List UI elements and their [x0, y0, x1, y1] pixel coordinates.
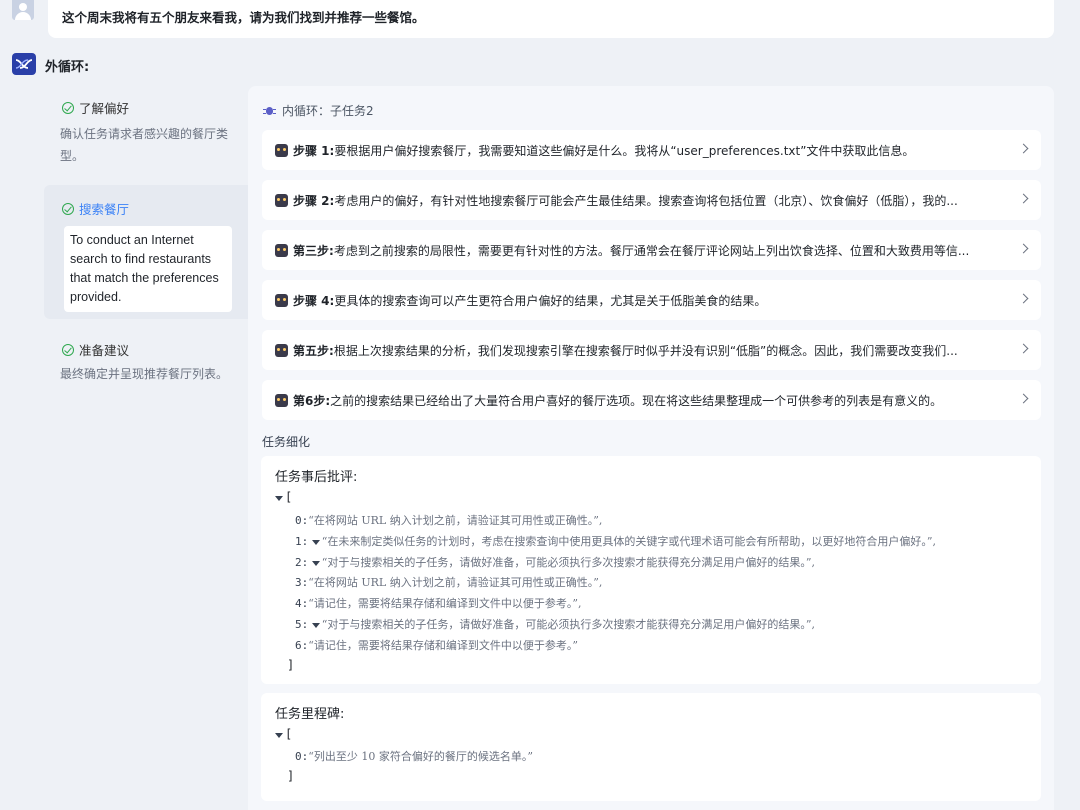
critique-block: 任务事后批评: [ 0:“在将网站 URL 纳入计划之前，请验证其可用性或正确性… — [261, 456, 1041, 684]
step-row-3[interactable]: 第三步: 考虑到之前搜索的局限性，需要更有针对性的方法。餐厅通常会在餐厅评论网站… — [262, 230, 1041, 270]
critique-array-close: ] — [287, 658, 295, 672]
step-text: 要根据用户偏好搜索餐厅，我需要知道这些偏好是什么。我将从“user_prefer… — [334, 143, 915, 158]
chevron-right-icon — [1018, 293, 1029, 304]
chevron-right-icon — [1018, 143, 1029, 154]
step-label: 步骤 2: — [293, 193, 335, 208]
task-title: 了解偏好 — [79, 101, 130, 116]
step-row-1[interactable]: 步骤 1: 要根据用户偏好搜索餐厅，我需要知道这些偏好是什么。我将从“user_… — [262, 130, 1041, 170]
inner-loop-title: 内循环：子任务2 — [282, 104, 374, 118]
collapse-toggle-icon[interactable] — [275, 732, 283, 738]
step-text: 更具体的搜索查询可以产生更符合用户偏好的结果，尤其是关于低脂美食的结果。 — [334, 293, 767, 308]
task-detail-card: To conduct an Internet search to find re… — [64, 226, 232, 312]
outer-loop-title: 外循环: — [45, 60, 90, 75]
robot-icon — [275, 143, 288, 157]
critique-item: 2: “对于与搜索相关的子任务，请做好准备，可能必须执行多次搜索才能获得充分满足… — [295, 556, 815, 569]
task-item-recommend[interactable]: 准备建议 最终确定并呈现推荐餐厅列表。 — [44, 340, 248, 385]
critique-item: 0:“在将网站 URL 纳入计划之前，请验证其可用性或正确性。”, — [295, 514, 603, 527]
critique-item: 4:“请记住，需要将结果存储和编译到文件中以便于参考。”, — [295, 597, 582, 610]
step-text: 考虑用户的偏好，有针对性地搜索餐厅可能会产生最佳结果。搜索查询将包括位置（北京）… — [334, 193, 958, 208]
task-title: 搜索餐厅 — [79, 202, 130, 217]
step-text: 考虑到之前搜索的局限性，需要更有针对性的方法。餐厅通常会在餐厅评论网站上列出饮食… — [333, 243, 970, 258]
agent-bug-icon — [263, 105, 276, 117]
collapse-toggle-icon[interactable] — [311, 560, 320, 566]
robot-icon — [275, 193, 288, 207]
critique-item: 5: “对于与搜索相关的子任务，请做好准备，可能必须执行多次搜索才能获得充分满足… — [295, 618, 815, 631]
milestone-array-close: ] — [287, 769, 295, 783]
task-item-preferences[interactable]: 了解偏好 确认任务请求者感兴趣的餐厅类型。 — [44, 98, 248, 167]
collapse-toggle-icon[interactable] — [311, 622, 320, 628]
step-text: 之前的搜索结果已经给出了大量符合用户喜好的餐厅选项。现在将这些结果整理成一个可供… — [330, 393, 943, 408]
inner-loop-header: 内循环：子任务2 — [263, 102, 374, 119]
critique-title: 任务事后批评: — [275, 470, 358, 485]
step-label: 第6步: — [293, 393, 331, 408]
chevron-right-icon — [1018, 393, 1029, 404]
task-refinement-title: 任务细化 — [262, 435, 311, 449]
chevron-right-icon — [1018, 193, 1029, 204]
task-item-search[interactable]: 搜索餐厅 To conduct an Internet search to fi… — [44, 185, 248, 319]
step-row-5[interactable]: 第五步: 根据上次搜索结果的分析，我们发现搜索引擎在搜索餐厅时似乎并没有识别“低… — [262, 330, 1041, 370]
user-message: 这个周末我将有五个朋友来看我，请为我们找到并推荐一些餐馆。 — [48, 0, 1054, 38]
task-description: 最终确定并呈现推荐餐厅列表。 — [60, 367, 229, 381]
milestone-block: 任务里程碑: [ 0:“列出至少 10 家符合偏好的餐厅的候选名单。” ] — [261, 693, 1041, 801]
task-description: 确认任务请求者感兴趣的餐厅类型。 — [60, 127, 229, 163]
milestone-title: 任务里程碑: — [275, 707, 345, 722]
collapse-toggle-icon[interactable] — [275, 495, 283, 501]
robot-icon — [275, 343, 288, 357]
critique-item: 1: “在未来制定类似任务的计划时，考虑在搜索查询中使用更具体的关键字或代理术语… — [295, 535, 936, 548]
check-circle-icon — [62, 101, 74, 114]
user-avatar — [12, 0, 34, 20]
chevron-right-icon — [1018, 243, 1029, 254]
check-circle-icon — [62, 202, 74, 215]
check-circle-icon — [62, 343, 74, 356]
step-label: 步骤 4: — [293, 293, 335, 308]
step-label: 步骤 1: — [293, 143, 335, 158]
step-row-4[interactable]: 步骤 4: 更具体的搜索查询可以产生更符合用户偏好的结果，尤其是关于低脂美食的结… — [262, 280, 1041, 320]
robot-icon — [275, 243, 288, 257]
inner-loop-panel: 内循环：子任务2 步骤 1: 要根据用户偏好搜索餐厅，我需要知道这些偏好是什么。… — [248, 86, 1054, 810]
step-row-2[interactable]: 步骤 2: 考虑用户的偏好，有针对性地搜索餐厅可能会产生最佳结果。搜索查询将包括… — [262, 180, 1041, 220]
step-row-6[interactable]: 第6步: 之前的搜索结果已经给出了大量符合用户喜好的餐厅选项。现在将这些结果整理… — [262, 380, 1041, 420]
chevron-right-icon — [1018, 343, 1029, 354]
step-label: 第五步: — [293, 343, 334, 358]
step-text: 根据上次搜索结果的分析，我们发现搜索引擎在搜索餐厅时似乎并没有识别“低脂”的概念… — [333, 343, 958, 358]
outer-loop-logo-icon — [12, 53, 36, 75]
milestone-array-open[interactable]: [ — [275, 727, 292, 741]
critique-item: 6:“请记住，需要将结果存储和编译到文件中以便于参考。” — [295, 639, 578, 652]
robot-icon — [275, 293, 288, 307]
collapse-toggle-icon[interactable] — [311, 539, 320, 545]
robot-icon — [275, 393, 288, 407]
milestone-item: 0:“列出至少 10 家符合偏好的餐厅的候选名单。” — [295, 750, 533, 763]
step-label: 第三步: — [293, 243, 334, 258]
critique-item: 3:“在将网站 URL 纳入计划之前，请验证其可用性或正确性。”, — [295, 576, 603, 589]
critique-array-open[interactable]: [ — [275, 490, 292, 504]
task-title: 准备建议 — [79, 343, 130, 358]
